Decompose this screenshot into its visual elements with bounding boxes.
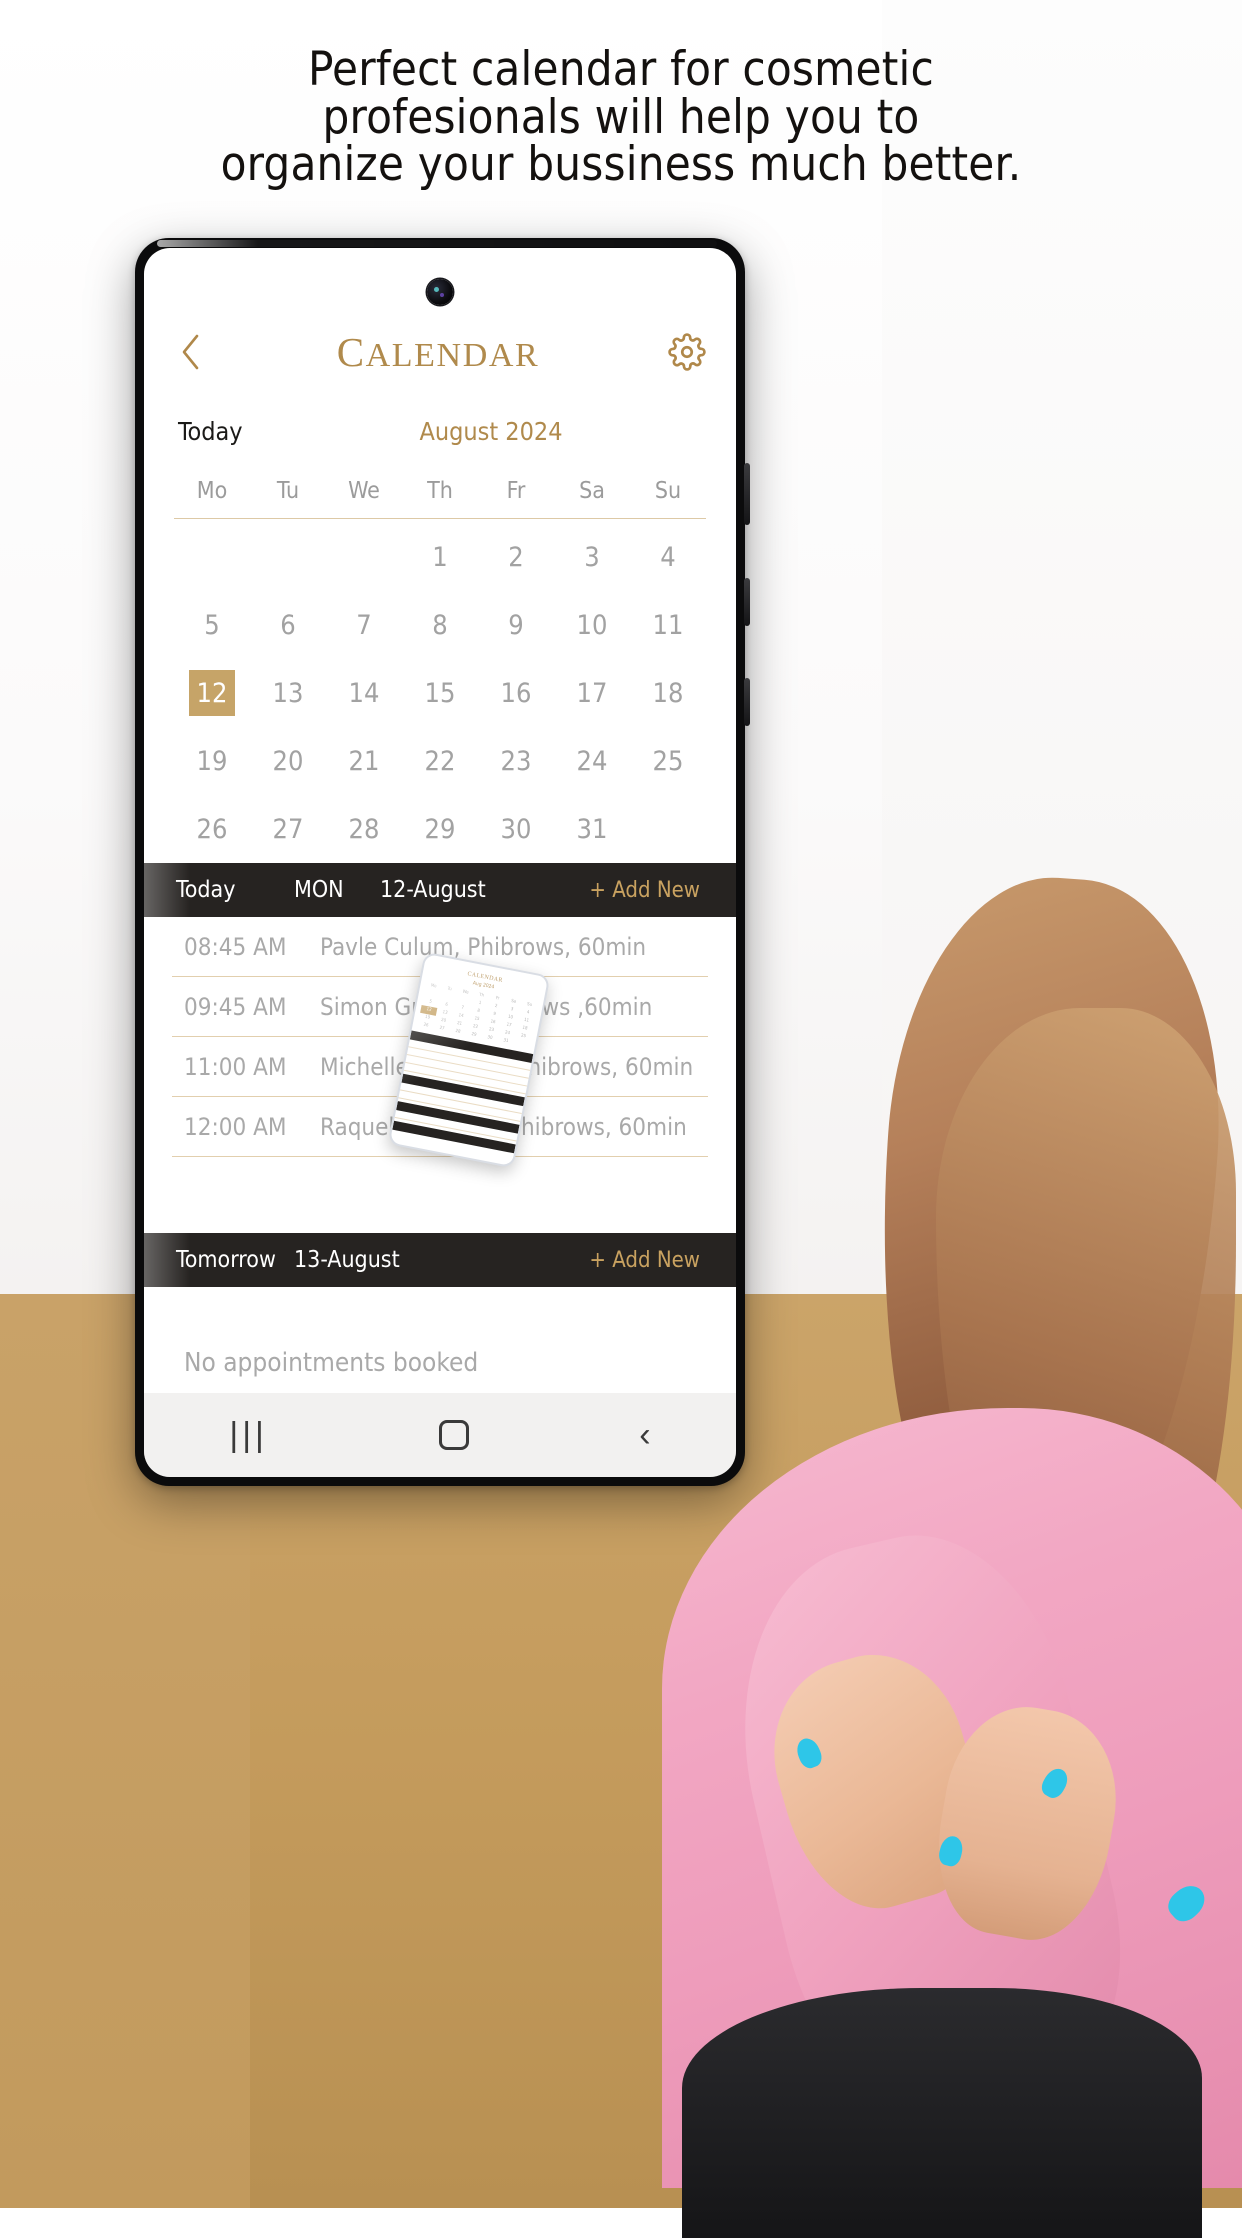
section-header-today: Today MON 12-August + Add New bbox=[144, 863, 736, 917]
month-navigation-row: Today August 2024 bbox=[144, 400, 736, 462]
calendar-day-cell[interactable]: 28 bbox=[326, 795, 402, 863]
calendar-day-cell[interactable] bbox=[250, 523, 326, 591]
current-month-label[interactable]: August 2024 bbox=[348, 417, 634, 446]
calendar-day-cell[interactable]: 13 bbox=[250, 659, 326, 727]
calendar-day-cell[interactable]: 19 bbox=[174, 727, 250, 795]
appointment-time: 08:45 AM bbox=[184, 932, 287, 961]
weekday-we: We bbox=[348, 478, 380, 504]
calendar-day-cell[interactable]: 4 bbox=[630, 523, 706, 591]
headline-line-1: Perfect calendar for cosmetic bbox=[308, 42, 934, 97]
calendar-week-row: 19 20 21 22 23 24 25 bbox=[174, 727, 706, 795]
calendar-day-cell[interactable]: 6 bbox=[250, 591, 326, 659]
calendar-day-cell[interactable]: 10 bbox=[554, 591, 630, 659]
calendar-day-cell[interactable]: 31 bbox=[554, 795, 630, 863]
calendar-day-cell[interactable]: 17 bbox=[554, 659, 630, 727]
home-square-icon[interactable] bbox=[438, 1420, 469, 1450]
calendar-day-cell[interactable]: 15 bbox=[402, 659, 478, 727]
calendar-day-cell[interactable]: 16 bbox=[478, 659, 554, 727]
calendar-day-cell[interactable]: 23 bbox=[478, 727, 554, 795]
app-header: CALENDAR bbox=[144, 304, 736, 400]
phone-button-power[interactable] bbox=[744, 678, 750, 726]
headline-line-3: organize your bussiness much better. bbox=[220, 137, 1022, 192]
calendar-divider bbox=[174, 518, 706, 519]
calendar-day-cell[interactable]: 29 bbox=[402, 795, 478, 863]
section-day-label: Today bbox=[176, 877, 236, 903]
today-button[interactable]: Today bbox=[178, 417, 348, 446]
calendar-day-cell[interactable]: 8 bbox=[402, 591, 478, 659]
weekday-sa: Sa bbox=[579, 478, 605, 504]
calendar-day-cell-selected[interactable]: 12 bbox=[174, 659, 250, 727]
calendar-day-cell[interactable] bbox=[174, 523, 250, 591]
calendar-day-cell[interactable] bbox=[630, 795, 706, 863]
calendar-day-cell[interactable]: 27 bbox=[250, 795, 326, 863]
page-title: CALENDAR bbox=[208, 328, 668, 376]
calendar-day-cell[interactable]: 11 bbox=[630, 591, 706, 659]
front-camera-punch-hole bbox=[427, 279, 453, 305]
calendar-day-cell[interactable]: 21 bbox=[326, 727, 402, 795]
calendar-day-cell[interactable]: 18 bbox=[630, 659, 706, 727]
calendar-day-cell[interactable]: 7 bbox=[326, 591, 402, 659]
calendar-day-cell[interactable]: 14 bbox=[326, 659, 402, 727]
promo-headline: Perfect calendar for cosmetic profesiona… bbox=[0, 46, 1242, 188]
appointment-detail: Pavle Culum, Phibrows, 60min bbox=[320, 932, 647, 961]
calendar-week-row: 12 13 14 15 16 17 18 bbox=[174, 659, 706, 727]
recents-bars-icon[interactable]: ||| bbox=[229, 1416, 268, 1455]
calendar-week-row: 1 2 3 4 bbox=[174, 523, 706, 591]
appointment-time: 11:00 AM bbox=[184, 1052, 287, 1081]
calendar-day-cell[interactable]: 1 bbox=[402, 523, 478, 591]
section-date: 13-August bbox=[294, 1247, 400, 1273]
calendar-day-cell[interactable]: 30 bbox=[478, 795, 554, 863]
calendar-day-cell[interactable] bbox=[326, 523, 402, 591]
section-weekday: MON bbox=[294, 877, 344, 903]
weekday-tu: Tu bbox=[276, 478, 300, 504]
calendar-day-cell[interactable]: 5 bbox=[174, 591, 250, 659]
page-title-initial: C bbox=[336, 329, 366, 375]
background-right-wall bbox=[882, 0, 1242, 1294]
add-new-button[interactable]: + Add New bbox=[589, 1248, 700, 1273]
headline-line-2: profesionals will help you to bbox=[322, 90, 920, 145]
weekday-th: Th bbox=[427, 478, 453, 504]
gear-icon[interactable] bbox=[668, 333, 706, 371]
phone-button-volume-up[interactable] bbox=[744, 463, 750, 525]
section-header-tomorrow: Tomorrow 13-August + Add New bbox=[144, 1233, 736, 1287]
calendar-day-cell[interactable]: 24 bbox=[554, 727, 630, 795]
weekday-su: Su bbox=[654, 478, 682, 504]
calendar-weekday-header: Mo Tu We Th Fr Sa Su bbox=[174, 478, 706, 518]
weekday-mo: Mo bbox=[196, 478, 228, 504]
section-spacer bbox=[144, 1157, 736, 1233]
calendar-week-row: 26 27 28 29 30 31 bbox=[174, 795, 706, 863]
calendar-day-cell[interactable]: 2 bbox=[478, 523, 554, 591]
calendar-day-cell[interactable]: 25 bbox=[630, 727, 706, 795]
weekday-fr: Fr bbox=[506, 478, 526, 504]
appointment-time: 12:00 AM bbox=[184, 1112, 287, 1141]
calendar-day-cell[interactable]: 26 bbox=[174, 795, 250, 863]
phone-screen: CALENDAR Today August 2024 Mo Tu We Th F… bbox=[144, 248, 736, 1477]
appointment-time: 09:45 AM bbox=[184, 992, 287, 1021]
section-date: 12-August bbox=[380, 877, 486, 903]
page-title-rest: ALENDAR bbox=[365, 337, 540, 374]
calendar-day-cell[interactable]: 3 bbox=[554, 523, 630, 591]
phone-device: CALENDAR Today August 2024 Mo Tu We Th F… bbox=[135, 238, 750, 1486]
section-day-label: Tomorrow bbox=[176, 1247, 276, 1273]
add-new-button[interactable]: + Add New bbox=[589, 878, 700, 903]
calendar-day-cell[interactable]: 22 bbox=[402, 727, 478, 795]
phone-button-volume-down[interactable] bbox=[744, 578, 750, 626]
android-navigation-bar: ||| ‹ bbox=[144, 1393, 736, 1477]
calendar-day-cell[interactable]: 9 bbox=[478, 591, 554, 659]
back-chevron-icon[interactable] bbox=[174, 334, 208, 370]
calendar-grid: Mo Tu We Th Fr Sa Su 1 2 3 4 5 6 7 8 9 1… bbox=[144, 462, 736, 863]
back-chevron-icon[interactable]: ‹ bbox=[639, 1416, 650, 1455]
calendar-day-cell[interactable]: 20 bbox=[250, 727, 326, 795]
calendar-week-row: 5 6 7 8 9 10 11 bbox=[174, 591, 706, 659]
